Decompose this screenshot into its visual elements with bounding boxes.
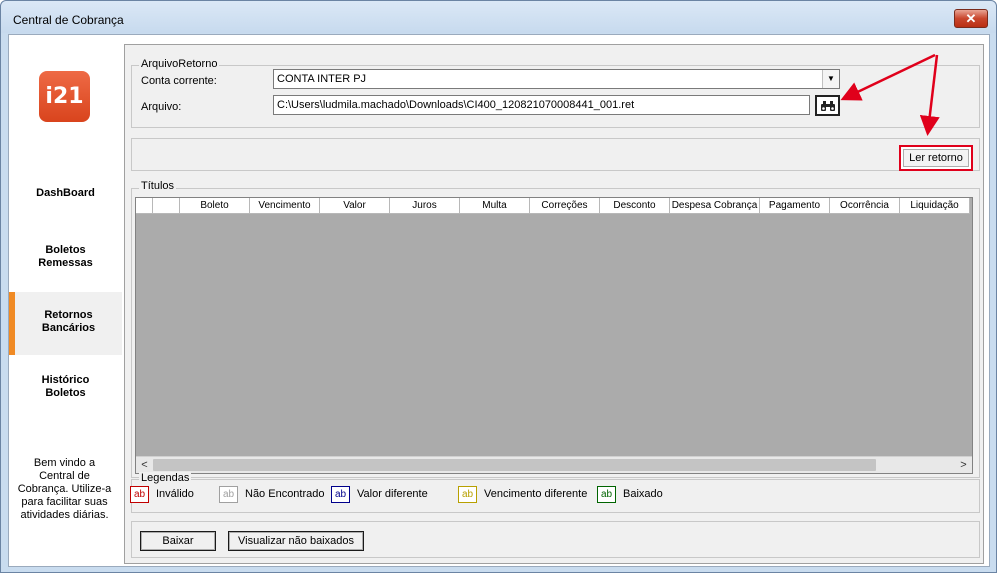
legend-chip: ab: [219, 486, 238, 503]
arquivo-retorno-legend: ArquivoRetorno: [139, 58, 220, 70]
arquivo-path-value: C:\Users\ludmila.machado\Downloads\CI400…: [277, 99, 635, 111]
sidebar-item-label: Bancários: [41, 322, 96, 334]
sidebar-item-historico-boletos[interactable]: Histórico Boletos: [9, 374, 122, 402]
sidebar-item-label: Remessas: [38, 257, 93, 269]
sidebar-item-label: Histórico: [41, 374, 90, 386]
welcome-line: Bem vindo a: [33, 457, 96, 469]
chevron-down-icon[interactable]: ▼: [822, 70, 839, 88]
conta-corrente-label: Conta corrente:: [141, 75, 217, 87]
grid-header-select: [153, 198, 180, 214]
arquivo-label: Arquivo:: [141, 101, 182, 113]
arquivo-path-field[interactable]: C:\Users\ludmila.machado\Downloads\CI400…: [273, 95, 810, 115]
conta-corrente-select[interactable]: CONTA INTER PJ ▼: [273, 69, 840, 89]
scroll-right-icon[interactable]: >: [955, 457, 972, 473]
sidebar-item-boletos-remessas[interactable]: Boletos Remessas: [9, 244, 122, 272]
close-icon: ✕: [965, 11, 977, 26]
welcome-line: Central de: [39, 470, 90, 482]
conta-corrente-value: CONTA INTER PJ: [277, 73, 367, 85]
scrollbar-thumb[interactable]: [153, 459, 876, 471]
visualizar-nao-baixados-button[interactable]: Visualizar não baixados: [228, 531, 364, 551]
grid-header-corner: [136, 198, 153, 214]
grid-column-header[interactable]: Boleto: [180, 198, 250, 214]
sidebar-item-label: Boletos: [45, 244, 86, 256]
close-button[interactable]: ✕: [954, 9, 988, 28]
welcome-line: Cobrança. Utilize-a: [17, 483, 112, 495]
grid-column-header[interactable]: Valor: [320, 198, 390, 214]
app-logo: i21: [39, 71, 90, 122]
legend-chip: ab: [331, 486, 350, 503]
window-title: Central de Cobrança: [13, 13, 124, 27]
welcome-line: para facilitar suas: [21, 496, 108, 508]
grid-column-header[interactable]: Vencimento: [250, 198, 320, 214]
grid-column-header[interactable]: Liquidação: [900, 198, 970, 214]
grid-column-header[interactable]: Pagamento: [760, 198, 830, 214]
titulos-legend: Títulos: [139, 180, 177, 192]
title-bar: Central de Cobrança ✕: [1, 1, 996, 33]
welcome-line: atividades diárias.: [20, 509, 109, 521]
grid-column-header[interactable]: Multa: [460, 198, 530, 214]
titulos-grid[interactable]: Boleto Vencimento Valor Juros Multa Correções…: [135, 197, 973, 474]
horizontal-scrollbar[interactable]: < >: [136, 456, 972, 473]
legend-label: Valor diferente: [357, 488, 428, 500]
sidebar-item-dashboard[interactable]: DashBoard: [9, 187, 122, 201]
ler-retorno-bar: [131, 138, 980, 171]
legend-label: Não Encontrado: [245, 488, 325, 500]
baixar-button[interactable]: Baixar: [140, 531, 216, 551]
sidebar-item-retornos-bancarios[interactable]: Retornos Bancários: [9, 292, 122, 355]
binoculars-icon: [820, 101, 835, 111]
sidebar-item-label: DashBoard: [36, 187, 95, 199]
legend-label: Baixado: [623, 488, 663, 500]
legend-chip: ab: [458, 486, 477, 503]
welcome-text: Bem vindo a Central de Cobrança. Utilize…: [13, 457, 116, 522]
grid-column-header[interactable]: Despesa Cobrança: [670, 198, 760, 214]
main-panel: ArquivoRetorno Conta corrente: CONTA INT…: [124, 44, 984, 564]
ler-retorno-button[interactable]: Ler retorno: [903, 149, 969, 167]
app-window: Central de Cobrança ✕ i21 DashBoard Bole…: [0, 0, 997, 573]
legend-chip: ab: [130, 486, 149, 503]
sidebar-item-label: Boletos: [45, 387, 86, 399]
grid-column-header[interactable]: Desconto: [600, 198, 670, 214]
browse-file-button[interactable]: [815, 95, 840, 116]
legend-label: Inválido: [156, 488, 194, 500]
legendas-legend: Legendas: [139, 472, 192, 484]
client-area: i21 DashBoard Boletos Remessas Retornos …: [8, 34, 990, 567]
scroll-left-icon[interactable]: <: [136, 457, 153, 473]
sidebar: i21 DashBoard Boletos Remessas Retornos …: [9, 35, 122, 566]
ler-retorno-highlight: Ler retorno: [899, 145, 973, 171]
grid-column-header[interactable]: Ocorrência: [830, 198, 900, 214]
grid-column-header[interactable]: Juros: [390, 198, 460, 214]
grid-column-header[interactable]: Correções: [530, 198, 600, 214]
legend-label: Vencimento diferente: [484, 488, 588, 500]
sidebar-item-label: Retornos: [44, 309, 93, 321]
legend-chip: ab: [597, 486, 616, 503]
